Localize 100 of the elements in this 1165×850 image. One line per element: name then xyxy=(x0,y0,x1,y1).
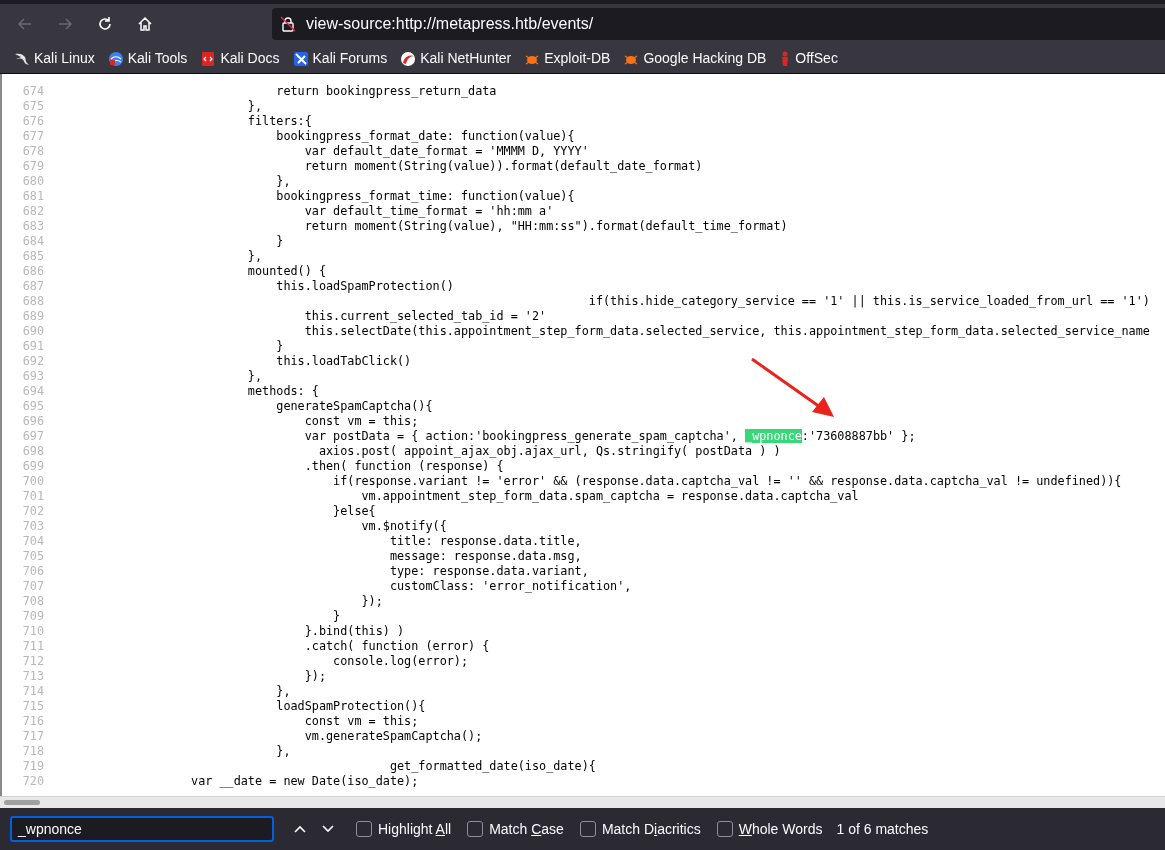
code-line: return moment(String(value)).format(default_date_format) xyxy=(303,159,703,174)
code-line: return bookingpress_return_data xyxy=(275,84,497,99)
line-number: 716 xyxy=(21,714,44,729)
code-line: methods: { xyxy=(246,384,319,399)
code-line: get_formatted_date(iso_date){ xyxy=(388,759,596,774)
code-line: mounted() { xyxy=(246,264,326,279)
option-label[interactable]: Match Case xyxy=(489,818,564,840)
code-line: } xyxy=(275,339,284,354)
line-number: 702 xyxy=(21,504,44,519)
find-field[interactable]: _wpnonce xyxy=(10,816,274,842)
code-line: var default_date_format = 'MMMM D, YYYY' xyxy=(303,144,589,159)
code-line: loadSpamProtection(){ xyxy=(275,699,426,714)
code-line: if(this.hide_category_service == '1' || this.is_service_loaded_from_url == '1') xyxy=(587,294,1150,309)
line-number: 691 xyxy=(21,339,44,354)
code-line: bookingpress_format_time: function(value){ xyxy=(275,189,575,204)
bookmark-item[interactable]: Kali Docs xyxy=(200,48,280,69)
code-line: vm.appointment_step_form_data.spam_captcha = response.data.captcha_val xyxy=(360,489,859,504)
code-line: } xyxy=(332,609,341,624)
line-number: 682 xyxy=(21,204,44,219)
line-number: 706 xyxy=(21,564,44,579)
code-line: this.selectDate(this.appointment_step_form_data.selected_service, this.appointment_step_form_data.selected_service_name xyxy=(303,324,1150,339)
option-label[interactable]: Highlight All xyxy=(378,818,452,840)
line-number: 676 xyxy=(21,114,44,129)
line-number: 693 xyxy=(21,369,44,384)
code-line: filters:{ xyxy=(246,114,312,129)
code-line: vm.$notify({ xyxy=(360,519,447,534)
line-number: 700 xyxy=(21,474,44,489)
forward-arrow-icon xyxy=(57,16,73,32)
line-number: 720 xyxy=(21,774,44,789)
line-number: 684 xyxy=(21,234,44,249)
code-line: }, xyxy=(275,174,291,189)
code-line: type: response.data.variant, xyxy=(388,564,589,579)
url-field[interactable]: view-source:http://metapress.htb/events/ xyxy=(272,8,1165,40)
checkbox[interactable] xyxy=(579,821,596,837)
code-line: title: response.data.title, xyxy=(388,534,582,549)
line-number: 694 xyxy=(21,384,44,399)
code-line: message: response.data.msg, xyxy=(388,549,582,564)
line-number: 685 xyxy=(21,249,44,264)
match-count: 1 of 6 matches xyxy=(836,819,929,839)
code-line: this.loadTabClick() xyxy=(275,354,412,369)
code-line: this.loadSpamProtection() xyxy=(275,279,454,294)
code-line: console.log(error); xyxy=(332,654,469,669)
line-number: 675 xyxy=(21,99,44,114)
code-line: } xyxy=(275,234,284,249)
checkbox[interactable] xyxy=(467,821,484,837)
line-number: 696 xyxy=(21,414,44,429)
code-line: generateSpamCaptcha(){ xyxy=(275,399,433,414)
code-line: }.bind(this) ) xyxy=(303,624,405,639)
bookmark-item[interactable]: Kali Linux xyxy=(14,48,95,69)
back-arrow-icon xyxy=(17,16,33,32)
bookmark-item[interactable]: OffSec xyxy=(779,48,838,69)
book-icon xyxy=(200,50,217,67)
bookmark-item[interactable]: Kali Tools xyxy=(107,48,188,69)
bookmark-item[interactable]: Kali NetHunter xyxy=(400,48,512,69)
bookmark-item[interactable]: Google Hacking DB xyxy=(623,48,767,69)
line-number: 718 xyxy=(21,744,44,759)
code-line: var default_time_format = 'hh:mm a' xyxy=(303,204,554,219)
code-line: const vm = this; xyxy=(303,714,419,729)
option-label[interactable]: Match Diacritics xyxy=(601,818,701,840)
code-line: this.current_selected_tab_id = '2' xyxy=(303,309,547,324)
code-line: return moment(String(value), "HH:mm:ss").format(default_time_format) xyxy=(303,219,788,234)
line-number: 677 xyxy=(21,129,44,144)
line-number: 698 xyxy=(21,444,44,459)
home-icon xyxy=(137,16,153,32)
line-number: 686 xyxy=(21,264,44,279)
line-number: 719 xyxy=(21,759,44,774)
line-number: 680 xyxy=(21,174,44,189)
checkbox[interactable] xyxy=(356,821,372,837)
code-line: }, xyxy=(275,684,291,699)
forum-icon xyxy=(292,50,309,67)
code-line: }, xyxy=(246,369,263,384)
line-number: 674 xyxy=(21,84,44,99)
line-number: 699 xyxy=(21,459,44,474)
line-number: 692 xyxy=(21,354,44,369)
line-number: 690 xyxy=(21,324,44,339)
line-number: 678 xyxy=(21,144,44,159)
line-number: 681 xyxy=(21,189,44,204)
line-number: 711 xyxy=(21,639,44,654)
code-line: customClass: 'error_notification', xyxy=(388,579,632,594)
line-number: 697 xyxy=(21,429,44,444)
code-line: }else{ xyxy=(332,504,376,519)
code-line: }, xyxy=(246,99,263,114)
line-number: 704 xyxy=(21,534,44,549)
scrollbar-thumb[interactable] xyxy=(4,800,40,805)
globe-icon xyxy=(107,50,124,67)
insecure-lock-icon xyxy=(280,16,296,32)
line-number: 679 xyxy=(21,159,44,174)
code-line: }); xyxy=(360,594,383,609)
checkbox[interactable] xyxy=(716,821,733,837)
line-number: 701 xyxy=(21,489,44,504)
bookmark-item[interactable]: Exploit-DB xyxy=(524,48,611,69)
line-number: 717 xyxy=(21,729,44,744)
line-number: 688 xyxy=(21,294,44,309)
line-number: 683 xyxy=(21,219,44,234)
code-line: var postData = { action:'bookingpress_generate_spam_captcha', _wpnonce:'73608887bb' }; xyxy=(303,429,916,444)
bookmark-item[interactable]: Kali Forums xyxy=(292,48,388,69)
code-line: axios.post( appoint_ajax_obj.ajax_url, Qs.stringify( postData ) ) xyxy=(317,444,781,459)
option-label[interactable]: Whole Words xyxy=(738,818,823,840)
line-number: 713 xyxy=(21,669,44,684)
line-number: 703 xyxy=(21,519,44,534)
